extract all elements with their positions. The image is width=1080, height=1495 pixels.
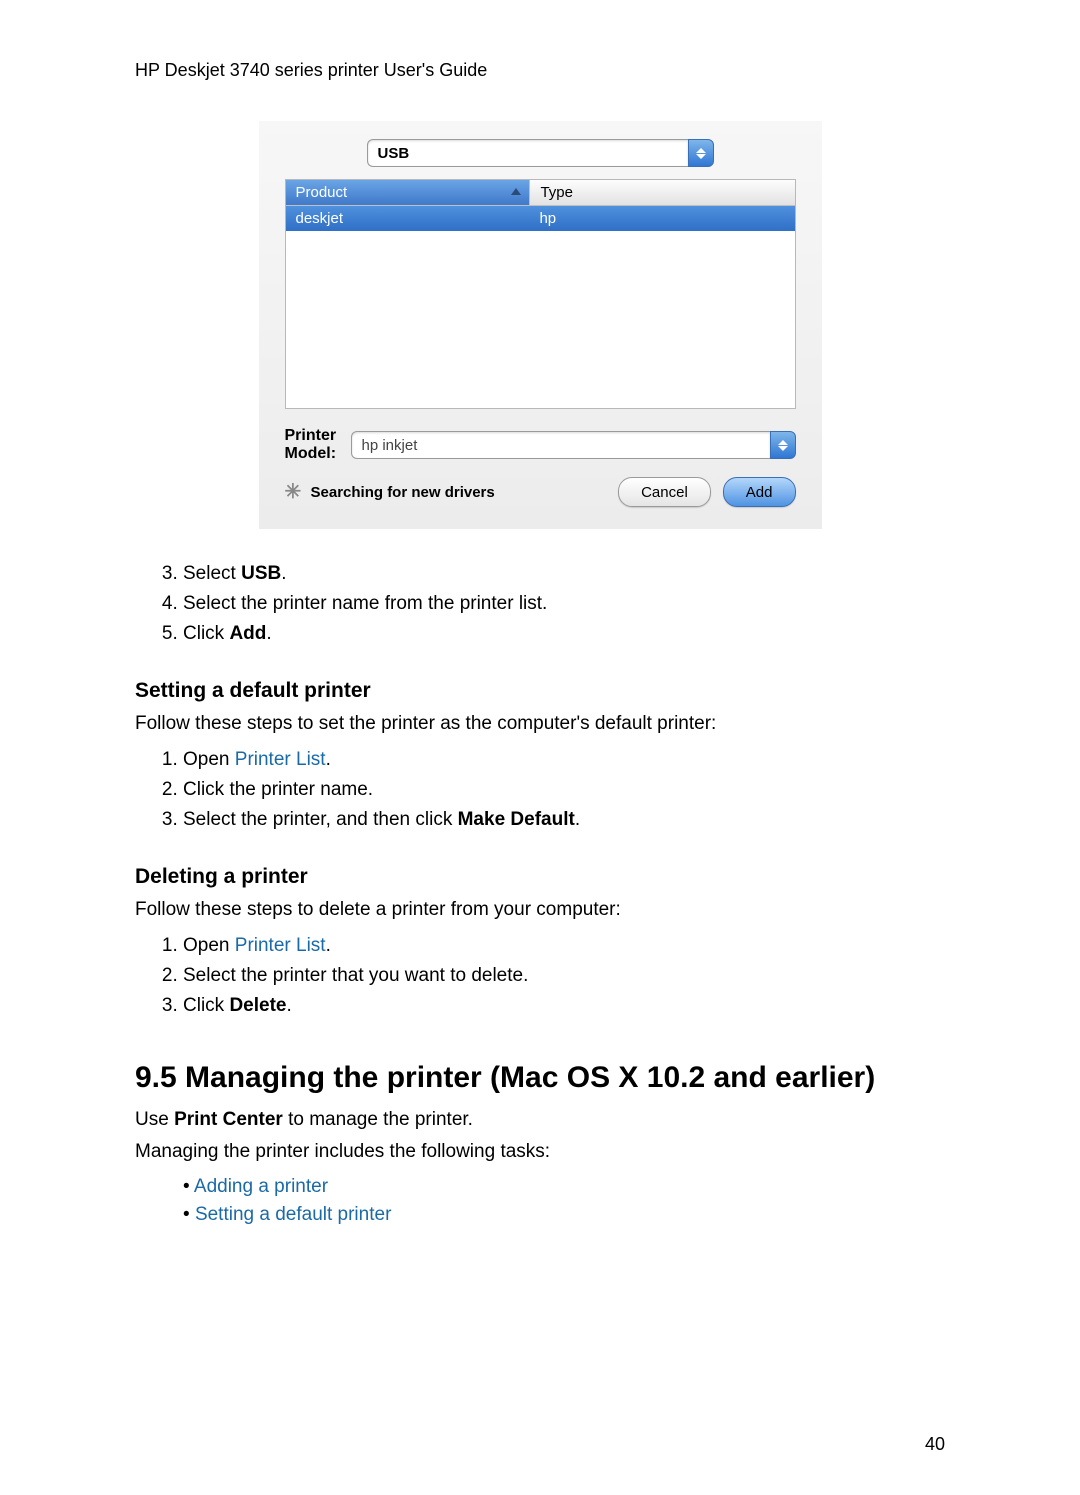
list-item: Open Printer List. xyxy=(183,745,945,775)
text: Open xyxy=(183,749,235,770)
column-type[interactable]: Type xyxy=(530,180,794,205)
chevron-updown-icon[interactable] xyxy=(770,431,796,459)
link-printer-list[interactable]: Printer List xyxy=(235,749,326,770)
column-product[interactable]: Product xyxy=(286,180,531,205)
spinner-icon xyxy=(285,483,303,501)
text: Click xyxy=(183,995,229,1016)
add-printer-dialog: USB Product Type deskjet xyxy=(259,121,822,529)
text: . xyxy=(286,995,291,1016)
cell-type: hp xyxy=(529,206,794,231)
text-bold: Add xyxy=(229,623,266,644)
status-area: Searching for new drivers xyxy=(285,483,495,501)
cancel-button[interactable]: Cancel xyxy=(618,477,711,507)
heading-9-5: 9.5 Managing the printer (Mac OS X 10.2 … xyxy=(135,1061,945,1095)
link-adding-printer[interactable]: Adding a printer xyxy=(194,1176,328,1197)
bullet-list-9-5: Adding a printer Setting a default print… xyxy=(135,1173,945,1229)
list-item: Click the printer name. xyxy=(183,775,945,805)
text-bold: Delete xyxy=(229,995,286,1016)
printer-model-label: Printer Model: xyxy=(285,427,341,463)
dialog-button-row: Cancel Add xyxy=(618,477,795,507)
sort-ascending-icon xyxy=(511,188,521,195)
add-printer-dialog-container: USB Product Type deskjet xyxy=(135,121,945,529)
list-item: Click Delete. xyxy=(183,991,945,1021)
list-item: Select the printer that you want to dele… xyxy=(183,961,945,991)
list-item: Select the printer name from the printer… xyxy=(183,589,945,619)
connection-type-row: USB xyxy=(285,139,796,167)
text: . xyxy=(326,749,331,770)
list-item: Select USB. xyxy=(183,559,945,589)
text: Select the printer, and then click xyxy=(183,809,458,830)
steps-list-delete: Open Printer List. Select the printer th… xyxy=(135,931,945,1021)
link-printer-list[interactable]: Printer List xyxy=(235,935,326,956)
connection-type-select[interactable]: USB xyxy=(367,139,714,167)
connection-type-value: USB xyxy=(367,139,688,167)
printer-model-row: Printer Model: hp inkjet xyxy=(285,427,796,463)
text: . xyxy=(281,563,286,584)
steps-list-usb: Select USB. Select the printer name from… xyxy=(135,559,945,649)
printer-model-value: hp inkjet xyxy=(351,431,770,459)
page-header: HP Deskjet 3740 series printer User's Gu… xyxy=(135,60,945,81)
heading-default-printer: Setting a default printer xyxy=(135,679,945,703)
list-item: Adding a printer xyxy=(183,1173,945,1201)
table-row[interactable]: deskjet hp xyxy=(286,206,795,231)
text-bold: Print Center xyxy=(174,1109,283,1130)
text: Click xyxy=(183,623,229,644)
status-text: Searching for new drivers xyxy=(311,484,495,501)
text-bold: Make Default xyxy=(458,809,575,830)
dialog-bottom-row: Searching for new drivers Cancel Add xyxy=(285,477,796,507)
list-item: Open Printer List. xyxy=(183,931,945,961)
column-product-label: Product xyxy=(296,184,348,201)
intro-default-printer: Follow these steps to set the printer as… xyxy=(135,713,945,735)
link-setting-default-printer[interactable]: Setting a default printer xyxy=(195,1204,391,1225)
list-item: Click Add. xyxy=(183,619,945,649)
text-bold: USB xyxy=(241,563,281,584)
printer-list-header: Product Type xyxy=(286,180,795,206)
text: . xyxy=(575,809,580,830)
chevron-updown-icon[interactable] xyxy=(688,139,714,167)
list-item: Setting a default printer xyxy=(183,1201,945,1229)
text-9-5-line2: Managing the printer includes the follow… xyxy=(135,1141,945,1163)
text: . xyxy=(326,935,331,956)
text-9-5-line1: Use Print Center to manage the printer. xyxy=(135,1109,945,1131)
text: Select xyxy=(183,563,241,584)
steps-list-default: Open Printer List. Click the printer nam… xyxy=(135,745,945,835)
cell-product: deskjet xyxy=(286,206,530,231)
printer-model-select[interactable]: hp inkjet xyxy=(351,431,796,459)
intro-deleting-printer: Follow these steps to delete a printer f… xyxy=(135,899,945,921)
list-item: Select the printer, and then click Make … xyxy=(183,805,945,835)
printer-list[interactable]: Product Type deskjet hp xyxy=(285,179,796,409)
text: to manage the printer. xyxy=(283,1109,473,1130)
heading-deleting-printer: Deleting a printer xyxy=(135,865,945,889)
text: Open xyxy=(183,935,235,956)
add-button[interactable]: Add xyxy=(723,477,796,507)
text: . xyxy=(266,623,271,644)
page-number: 40 xyxy=(925,1434,945,1455)
text: Use xyxy=(135,1109,174,1130)
